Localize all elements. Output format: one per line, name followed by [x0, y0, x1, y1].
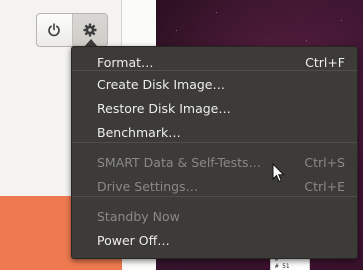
menu-item: Drive Settings… Ctrl+E	[72, 174, 357, 198]
menu-item: Standby Now	[72, 204, 357, 228]
terminal-line: # 51	[275, 263, 290, 270]
menu-item[interactable]: Restore Disk Image…	[72, 96, 357, 120]
power-icon	[48, 23, 61, 37]
gear-icon	[83, 23, 97, 37]
power-button[interactable]	[37, 14, 73, 46]
menu-item: SMART Data & Self-Tests… Ctrl+S	[72, 150, 357, 174]
menu-item-label: Restore Disk Image…	[97, 100, 231, 116]
menu-item-label: Create Disk Image…	[97, 76, 225, 92]
menu-item-label: SMART Data & Self-Tests…	[97, 154, 262, 170]
menu-item-shortcut: Ctrl+E	[304, 178, 345, 194]
menu-item-shortcut: Ctrl+F	[305, 54, 345, 70]
menu-item-label: Drive Settings…	[97, 178, 199, 194]
menu-separator	[72, 142, 357, 143]
menu-separator	[72, 70, 357, 71]
mouse-cursor-icon	[272, 163, 285, 183]
menu-item[interactable]: Power Off…	[72, 228, 357, 252]
menu-item-label: Format…	[97, 54, 154, 70]
drive-options-menu: Format… Ctrl+F Create Disk Image… Restore D…	[71, 46, 358, 259]
menu-item-label: Benchmark…	[97, 124, 181, 140]
menu-item-label: Standby Now	[97, 208, 180, 224]
menu-item[interactable]: Create Disk Image…	[72, 72, 357, 96]
menu-separator	[72, 196, 357, 197]
menu-item-label: Power Off…	[97, 232, 170, 248]
menu-item[interactable]: Benchmark…	[72, 120, 357, 144]
menu-item-shortcut: Ctrl+S	[304, 154, 345, 170]
